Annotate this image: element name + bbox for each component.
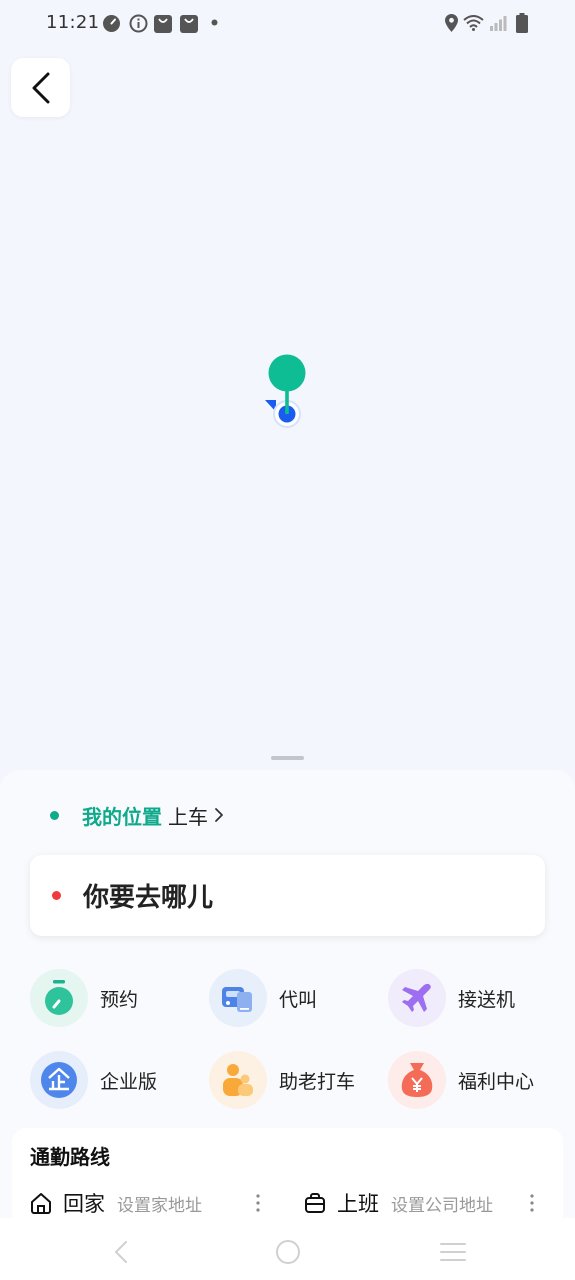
pickup-dot-icon: [50, 810, 59, 820]
elderly-icon: [209, 1051, 267, 1109]
pickup-action-text: 上车: [168, 804, 208, 829]
signal-icon: [490, 16, 507, 31]
dot-icon: [211, 19, 218, 26]
battery-icon: [516, 13, 528, 33]
speedometer-icon: [103, 15, 120, 32]
service-label: 预约: [100, 988, 139, 1011]
nav-home-icon[interactable]: [275, 1239, 301, 1265]
stopwatch-icon: [30, 969, 88, 1027]
service-enterprise[interactable]: 企业版: [30, 1051, 157, 1109]
destination-input[interactable]: 你要去哪儿: [30, 855, 545, 936]
work-hint: 设置公司地址: [391, 1195, 493, 1216]
service-label: 福利中心: [458, 1070, 535, 1093]
commute-home[interactable]: 回家 设置家地址: [30, 1188, 202, 1218]
shopping-bag-icon: [180, 15, 198, 33]
work-label: 上班: [337, 1192, 379, 1216]
service-label: 企业版: [100, 1070, 158, 1093]
home-hint: 设置家地址: [117, 1195, 202, 1216]
more-options-icon[interactable]: [530, 1193, 534, 1213]
service-airport-transfer[interactable]: 接送机: [388, 969, 515, 1027]
pickup-location-text: 我的位置: [82, 804, 162, 829]
enterprise-icon: [30, 1051, 88, 1109]
service-elderly-taxi[interactable]: 助老打车: [209, 1051, 355, 1109]
commute-title: 通勤路线: [30, 1145, 110, 1169]
back-arrow-icon: [32, 72, 49, 103]
car-phone-icon: [209, 969, 267, 1027]
destination-placeholder: 你要去哪儿: [83, 883, 214, 913]
nav-back-icon[interactable]: [113, 1240, 129, 1264]
service-label: 代叫: [279, 988, 318, 1011]
drag-handle[interactable]: [271, 756, 304, 760]
briefcase-icon: [305, 1193, 325, 1213]
pickup-pin-icon: [265, 354, 306, 428]
back-button[interactable]: [11, 58, 70, 117]
more-options-icon[interactable]: [256, 1193, 260, 1213]
chevron-right-icon: [215, 808, 223, 822]
commute-work[interactable]: 上班 设置公司地址: [304, 1188, 493, 1218]
service-call-for-others[interactable]: 代叫: [209, 969, 317, 1027]
service-label: 接送机: [458, 988, 516, 1011]
location-icon: [445, 14, 458, 32]
status-bar: 11:21: [0, 0, 575, 48]
service-reserve[interactable]: 预约: [30, 969, 138, 1027]
shopping-bag-icon: [154, 15, 172, 33]
wifi-icon: [463, 15, 484, 31]
info-icon: [129, 14, 148, 33]
service-label: 助老打车: [279, 1070, 356, 1093]
airplane-icon: [388, 969, 446, 1027]
home-label: 回家: [63, 1192, 105, 1216]
service-welfare-center[interactable]: 福利中心: [388, 1051, 534, 1109]
money-bag-icon: [388, 1051, 446, 1109]
destination-dot-icon: [52, 891, 61, 900]
status-time: 11:21: [46, 12, 100, 33]
nav-menu-icon[interactable]: [439, 1241, 467, 1263]
home-icon: [31, 1193, 51, 1214]
pickup-location-row[interactable]: 我的位置 上车: [50, 800, 224, 830]
